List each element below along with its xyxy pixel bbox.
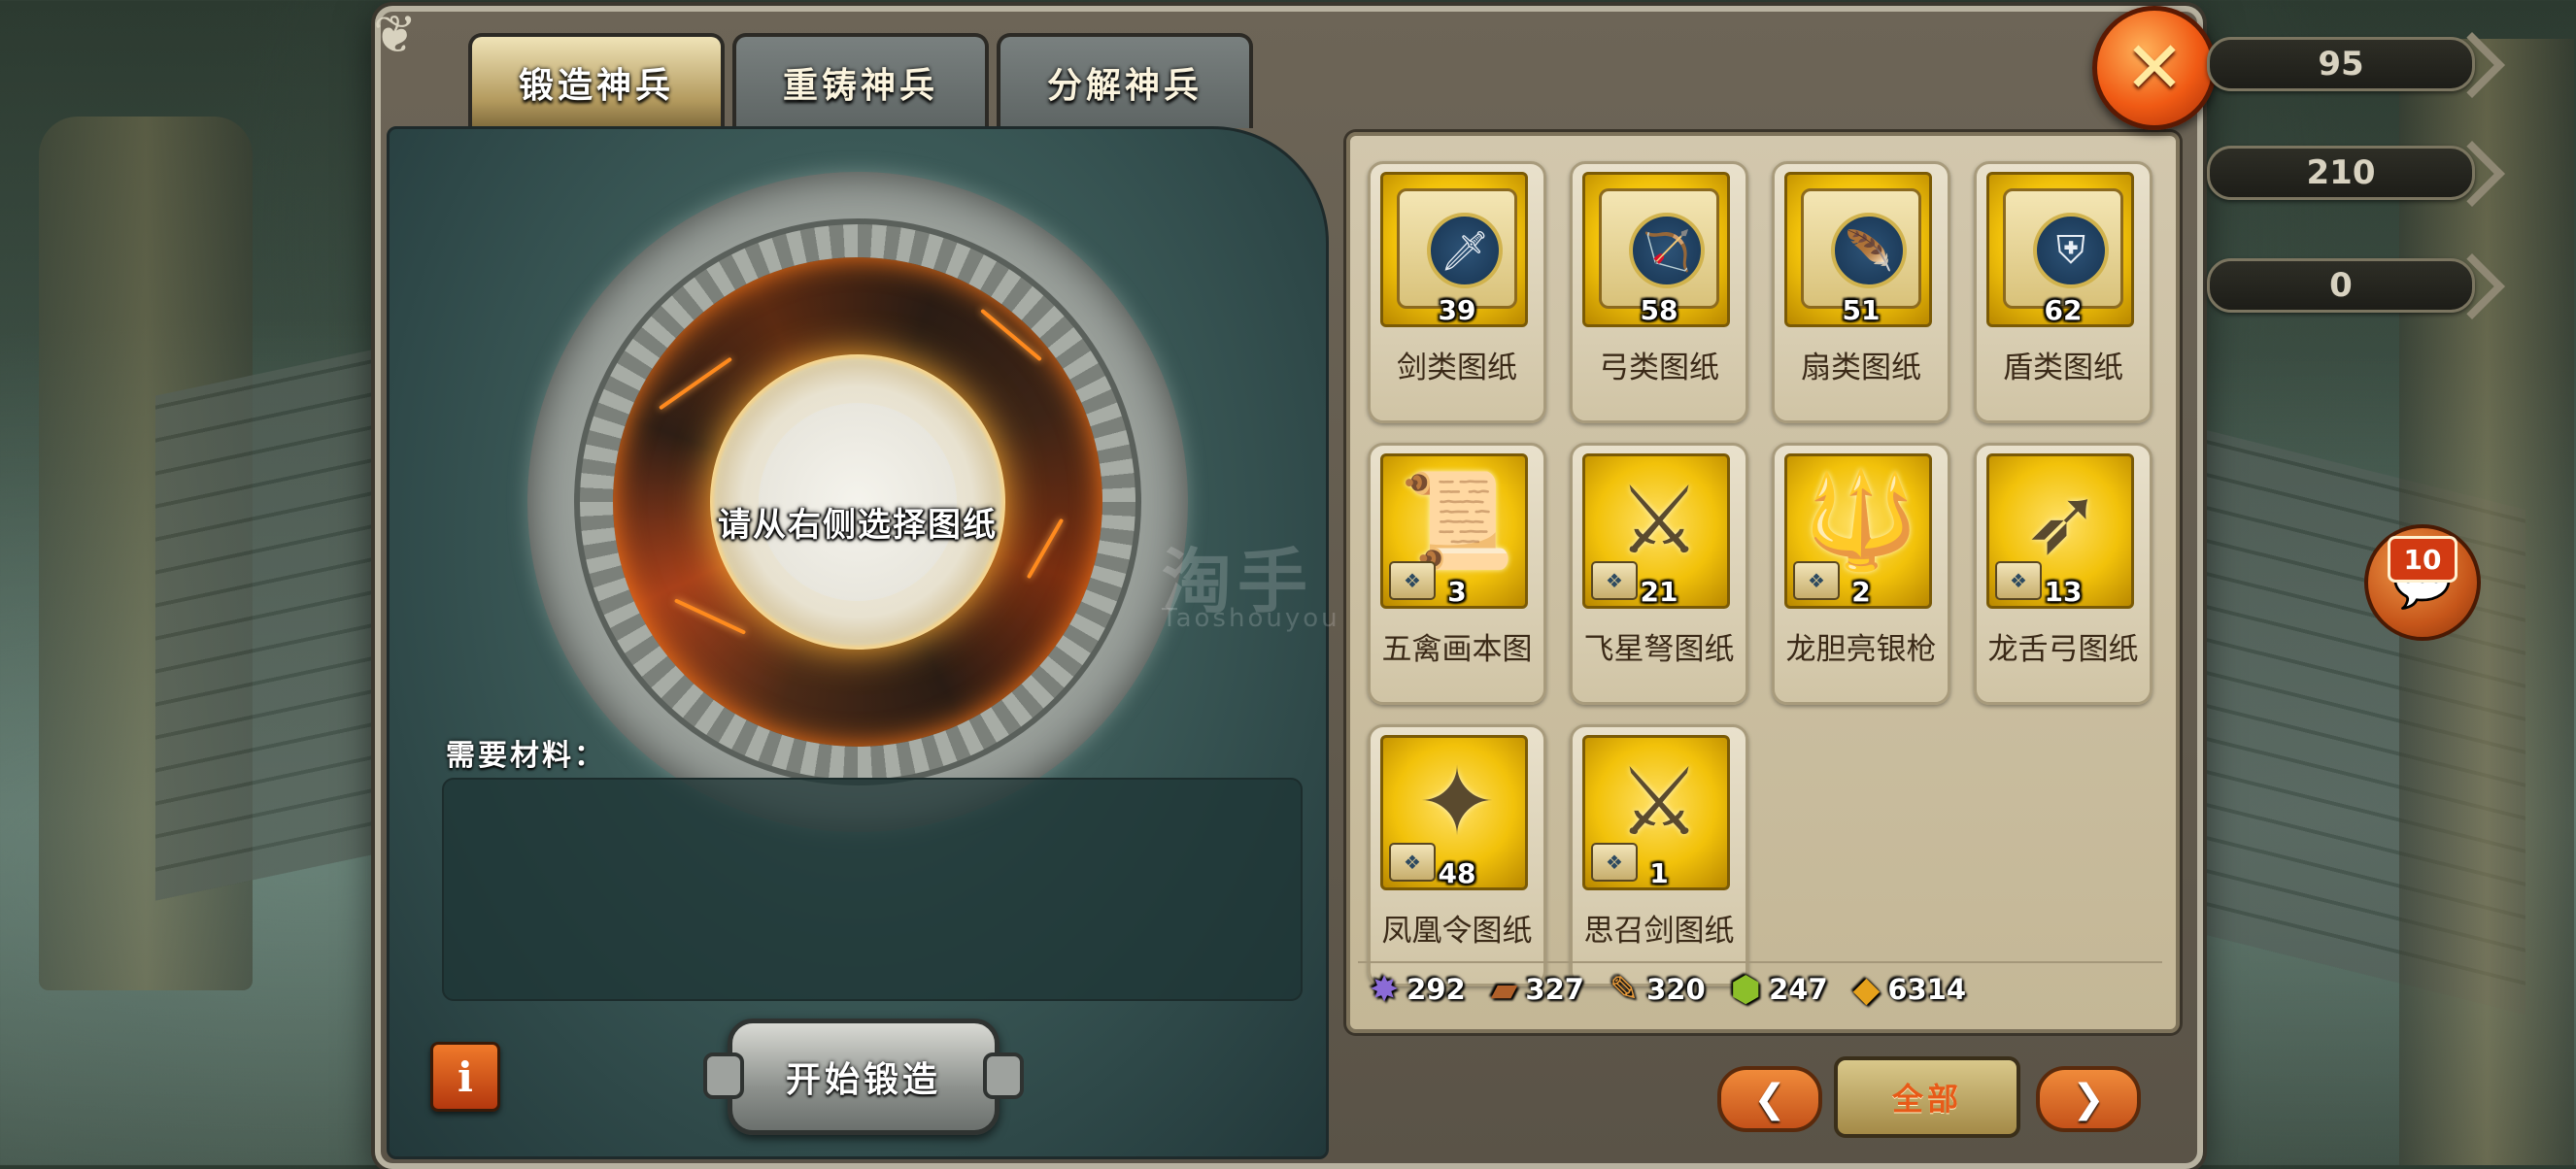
close-button[interactable]: ✕ xyxy=(2092,6,2217,130)
wood-plank-icon: ▰ xyxy=(1490,969,1518,1010)
item-count: 62 xyxy=(2044,294,2083,326)
blueprint-icon-frame: 📜 ❖ 3 xyxy=(1380,453,1528,609)
start-forge-button[interactable]: 开始锻造 xyxy=(703,1019,1024,1135)
item-count: 48 xyxy=(1438,857,1476,889)
blueprint-card-fan[interactable]: 🪶 51 扇类图纸 xyxy=(1772,161,1950,423)
tab-forge-weapon[interactable]: 锻造神兵 xyxy=(468,33,725,128)
resource-bar: ✸ 292 ▰ 327 ✎ 320 ⬢ 247 ◆ 6314 xyxy=(1358,961,2162,1016)
item-count: 1 xyxy=(1649,857,1669,889)
item-count: 58 xyxy=(1640,294,1678,326)
scroll-icon: ⛨ xyxy=(2003,188,2123,309)
blueprint-icon-frame: ✦ ❖ 48 xyxy=(1380,735,1528,890)
filter-all-button[interactable]: 全部 xyxy=(1834,1056,2020,1138)
resource-crystal: ✸ 292 xyxy=(1370,970,1466,1010)
bow-blueprint-icon: 🏹 xyxy=(1629,213,1705,288)
blueprint-card-wuqin[interactable]: 📜 ❖ 3 五禽画本图 xyxy=(1368,443,1546,705)
spear-weapon-icon: 🔱 xyxy=(1803,466,1919,575)
resource-value: 292 xyxy=(1407,973,1466,1006)
blueprint-icon-frame: 🗡 39 xyxy=(1380,172,1528,327)
forge-panel: 请从右侧选择图纸 需要材料： i 开始锻造 xyxy=(387,126,1329,1159)
window-corner-ornament: ❦ xyxy=(373,4,418,65)
blueprint-card-bow[interactable]: 🏹 58 弓类图纸 xyxy=(1570,161,1748,423)
phoenix-token-icon: ✦ xyxy=(1417,748,1497,856)
stat-counter-2: 210 xyxy=(2207,146,2475,200)
info-button[interactable]: i xyxy=(430,1042,500,1112)
tab-decompose-weapon[interactable]: 分解神兵 xyxy=(997,33,1253,128)
feather-icon: ✎ xyxy=(1609,969,1640,1010)
resource-gold-ore: ◆ 6314 xyxy=(1853,970,1966,1010)
item-count: 13 xyxy=(2044,576,2083,608)
blueprint-card-fenghuang[interactable]: ✦ ❖ 48 凤凰令图纸 xyxy=(1368,724,1546,986)
blueprint-icon-frame: ⚔ ❖ 1 xyxy=(1582,735,1730,890)
background-wall-left xyxy=(155,342,408,901)
green-ingot-icon: ⬢ xyxy=(1730,969,1762,1010)
item-name: 飞星弩图纸 xyxy=(1583,632,1735,667)
blueprint-icon-frame: 🔱 ❖ 2 xyxy=(1784,453,1932,609)
item-name: 五禽画本图 xyxy=(1381,632,1533,667)
resource-value: 247 xyxy=(1769,973,1828,1006)
sword-blueprint-icon: 🗡 xyxy=(1427,213,1503,288)
watermark-subtext: Taoshouyou xyxy=(1162,604,1340,633)
item-name: 思召剑图纸 xyxy=(1583,914,1735,949)
item-count: 21 xyxy=(1640,576,1678,608)
sizhao-sword-icon: ⚔ xyxy=(1616,748,1702,856)
chat-badge: 10 xyxy=(2388,536,2457,583)
blueprint-icon-frame: 🪶 51 xyxy=(1784,172,1932,327)
blueprint-card-longshe[interactable]: ➶ ❖ 13 龙舌弓图纸 xyxy=(1974,443,2152,705)
resource-feather: ✎ 320 xyxy=(1610,970,1706,1010)
item-name: 扇类图纸 xyxy=(1801,351,1921,385)
tab-recast-weapon[interactable]: 重铸神兵 xyxy=(732,33,989,128)
item-count: 3 xyxy=(1447,576,1467,608)
item-count: 51 xyxy=(1842,294,1881,326)
item-name: 弓类图纸 xyxy=(1599,351,1719,385)
item-name: 龙胆亮银枪 xyxy=(1785,632,1937,667)
next-page-button[interactable]: ❯ xyxy=(2036,1066,2141,1132)
scroll-icon: 🏹 xyxy=(1599,188,1719,309)
prev-page-button[interactable]: ❮ xyxy=(1717,1066,1822,1132)
resource-value: 6314 xyxy=(1887,973,1967,1006)
item-name: 凤凰令图纸 xyxy=(1381,914,1533,949)
blueprint-card-longdan[interactable]: 🔱 ❖ 2 龙胆亮银枪 xyxy=(1772,443,1950,705)
crystal-icon: ✸ xyxy=(1370,969,1400,1010)
resource-green-ingot: ⬢ 247 xyxy=(1731,970,1828,1010)
item-name: 剑类图纸 xyxy=(1397,351,1517,385)
item-name: 龙舌弓图纸 xyxy=(1987,632,2139,667)
materials-box xyxy=(442,778,1303,1001)
fan-blueprint-icon: 🪶 xyxy=(1831,213,1907,288)
blueprint-icon-frame: ⚔ ❖ 21 xyxy=(1582,453,1730,609)
resource-wood: ▰ 327 xyxy=(1491,970,1584,1010)
crossbow-weapon-icon: ⚔ xyxy=(1616,466,1702,575)
shield-blueprint-icon: ⛨ xyxy=(2033,213,2109,288)
blueprint-card-feixing[interactable]: ⚔ ❖ 21 飞星弩图纸 xyxy=(1570,443,1748,705)
longbow-weapon-icon: ➶ xyxy=(2023,466,2103,575)
resource-value: 320 xyxy=(1646,973,1706,1006)
scroll-icon: 🪶 xyxy=(1801,188,1921,309)
scroll-weapon-icon: 📜 xyxy=(1399,466,1515,575)
materials-label: 需要材料： xyxy=(446,739,606,773)
item-name: 盾类图纸 xyxy=(2003,351,2123,385)
blueprint-icon-frame: ➶ ❖ 13 xyxy=(1986,453,2134,609)
blueprint-card-sword[interactable]: 🗡 39 剑类图纸 xyxy=(1368,161,1546,423)
gold-ore-icon: ◆ xyxy=(1852,969,1881,1010)
blueprint-icon-frame: ⛨ 62 xyxy=(1986,172,2134,327)
stat-counter-3: 0 xyxy=(2207,258,2475,313)
item-count: 2 xyxy=(1851,576,1871,608)
blueprint-card-shield[interactable]: ⛨ 62 盾类图纸 xyxy=(1974,161,2152,423)
scroll-icon: 🗡 xyxy=(1397,188,1517,309)
resource-value: 327 xyxy=(1525,973,1584,1006)
stat-counter-1: 95 xyxy=(2207,37,2475,91)
blueprint-card-sizhao[interactable]: ⚔ ❖ 1 思召剑图纸 xyxy=(1570,724,1748,986)
item-count: 39 xyxy=(1438,294,1476,326)
blueprint-icon-frame: 🏹 58 xyxy=(1582,172,1730,327)
